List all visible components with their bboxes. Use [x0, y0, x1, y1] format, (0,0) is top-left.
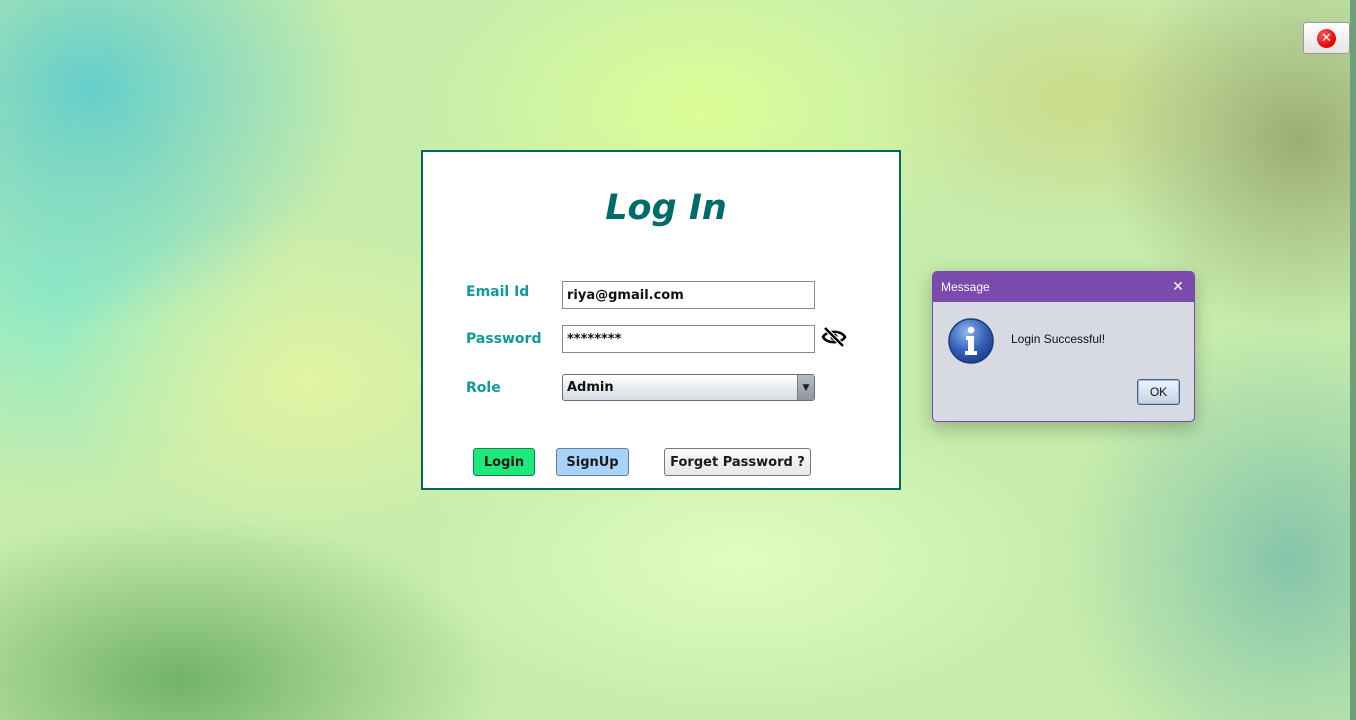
message-dialog: Message ✕ Login Successful! OK — [932, 271, 1195, 422]
role-label: Role — [466, 380, 501, 396]
ok-button[interactable]: OK — [1137, 379, 1180, 405]
info-icon — [948, 318, 994, 364]
close-icon[interactable]: ✕ — [1170, 278, 1186, 294]
forget-password-button[interactable]: Forget Password ? — [664, 448, 811, 476]
dialog-titlebar[interactable]: Message ✕ — [933, 272, 1194, 302]
email-label: Email Id — [466, 284, 530, 300]
desktop-background: ✕ Log In Email Id riya@gmail.com Passwor… — [0, 0, 1356, 720]
login-title: Log In — [605, 188, 727, 228]
eye-slash-icon[interactable] — [821, 324, 847, 350]
role-value: Admin — [567, 380, 614, 395]
window-edge — [1350, 0, 1356, 720]
dialog-message: Login Successful! — [1011, 332, 1106, 346]
password-field[interactable]: ******** — [562, 325, 815, 353]
role-select[interactable]: Admin ▼ — [562, 374, 815, 401]
password-label: Password — [466, 331, 542, 347]
close-icon: ✕ — [1317, 28, 1336, 48]
dialog-title: Message — [941, 280, 990, 294]
chevron-down-icon[interactable]: ▼ — [797, 375, 814, 400]
email-field[interactable]: riya@gmail.com — [562, 281, 815, 309]
login-button[interactable]: Login — [473, 448, 535, 476]
signup-button[interactable]: SignUp — [556, 448, 629, 476]
app-close-button[interactable]: ✕ — [1303, 22, 1350, 54]
login-panel: Log In Email Id riya@gmail.com Password … — [421, 150, 901, 490]
